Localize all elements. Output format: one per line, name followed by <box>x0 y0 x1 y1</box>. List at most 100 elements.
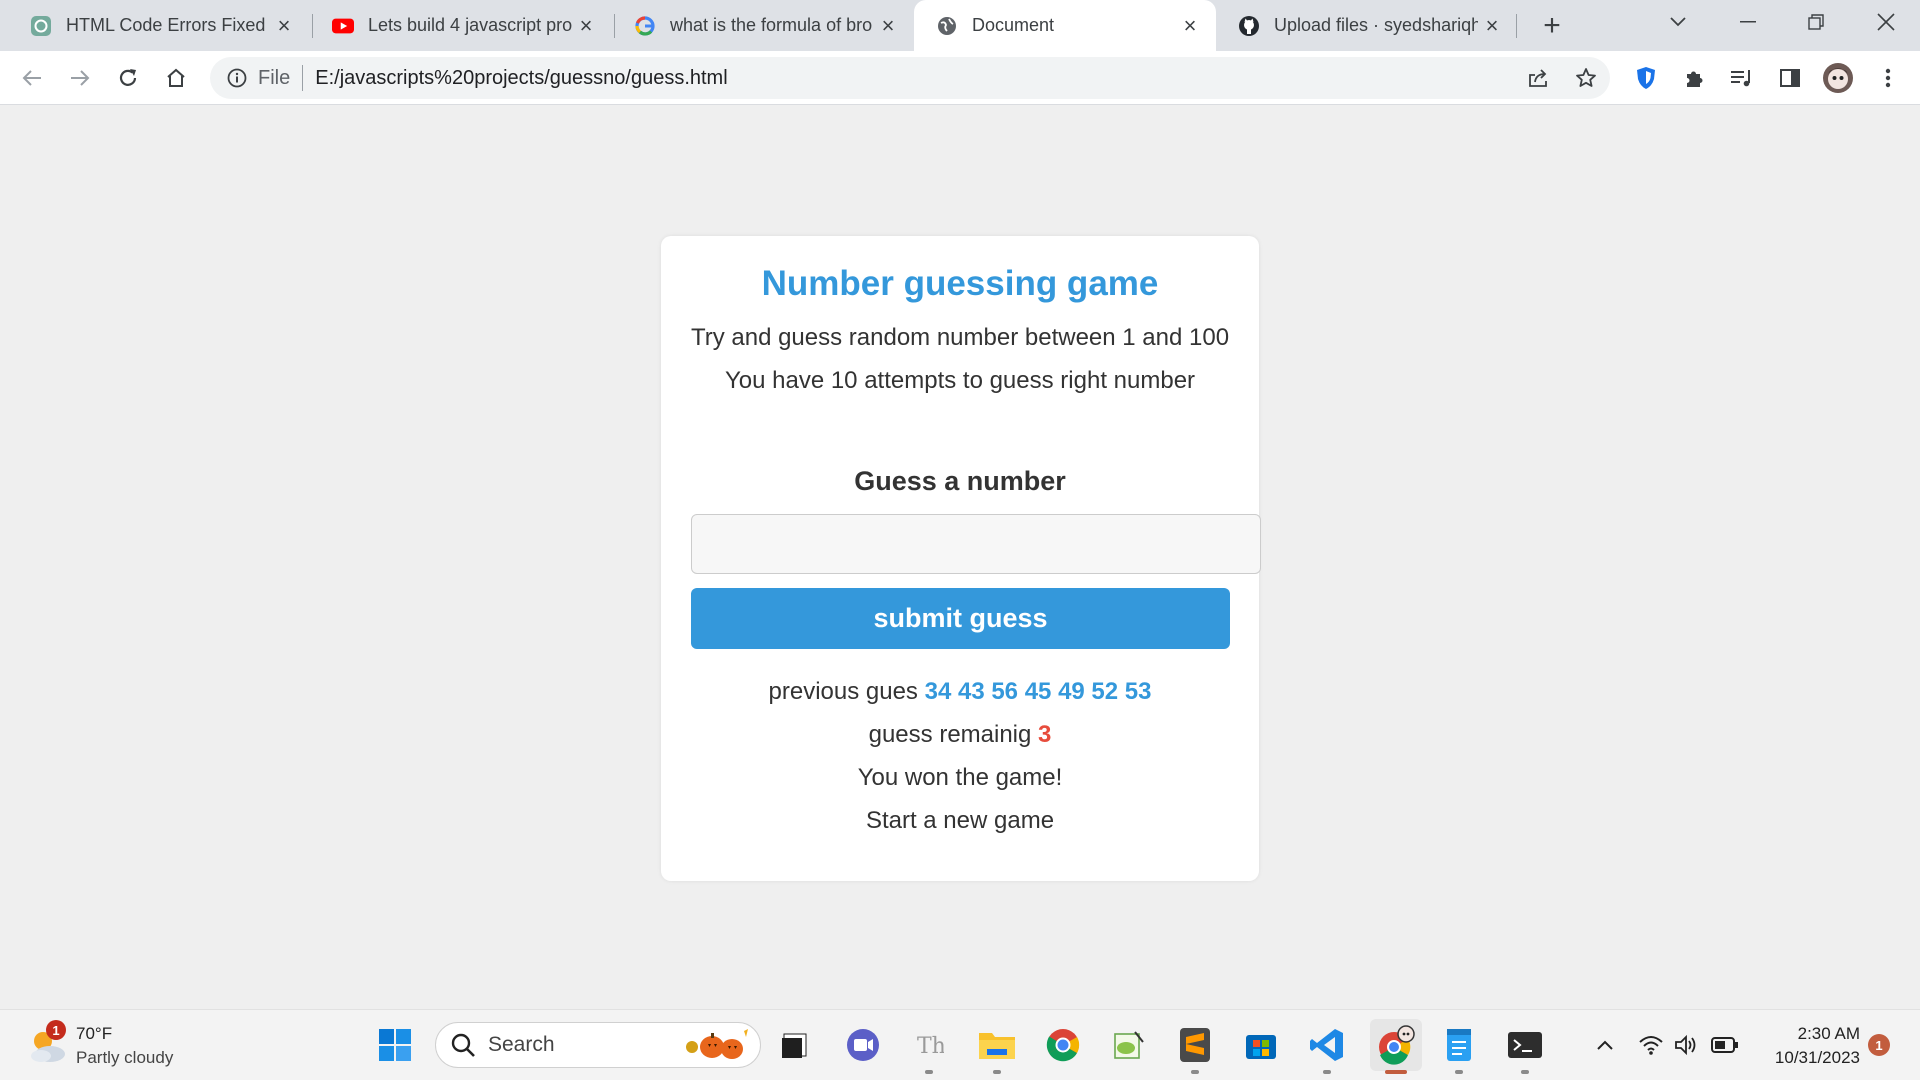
minimize-button[interactable] <box>1714 0 1782 44</box>
tab-document[interactable]: Document × <box>914 0 1216 51</box>
clock-time: 2:30 AM <box>1797 1024 1860 1043</box>
shield-extension-icon[interactable] <box>1630 62 1662 94</box>
forward-button[interactable] <box>62 60 98 96</box>
restore-button[interactable] <box>1782 0 1850 44</box>
browser-toolbar: File E:/javascripts%20projects/guessno/g… <box>0 51 1920 105</box>
weather-condition: Partly cloudy <box>76 1048 174 1067</box>
teams-icon[interactable] <box>840 1022 886 1068</box>
back-button[interactable] <box>14 60 50 96</box>
chrome-profile-icon[interactable] <box>1370 1019 1422 1074</box>
previous-guesses-values: 34 43 56 45 49 52 53 <box>924 678 1152 705</box>
chatgpt-icon <box>30 15 52 37</box>
tab-google-search[interactable]: what is the formula of bro × <box>612 0 914 51</box>
home-button[interactable] <box>158 60 194 96</box>
bookmark-star-icon[interactable] <box>1570 62 1602 94</box>
pumpkin-icon <box>686 1029 748 1059</box>
home-icon <box>167 68 185 87</box>
forward-arrow-icon <box>71 70 90 86</box>
weather-widget[interactable]: 1 70°F Partly cloudy <box>24 1020 194 1072</box>
store-icon[interactable] <box>1238 1022 1284 1068</box>
clock-date: 10/31/2023 <box>1774 1048 1860 1067</box>
battery-icon[interactable] <box>1710 1030 1740 1060</box>
search-placeholder: Search <box>488 1033 555 1056</box>
notepad-plus-icon[interactable] <box>1106 1022 1152 1068</box>
tab-title: Upload files · syedshariqh <box>1274 15 1478 35</box>
address-bar[interactable]: File E:/javascripts%20projects/guessno/g… <box>210 57 1610 99</box>
previous-guesses: previous gues 34 43 56 45 49 52 53 <box>661 678 1259 706</box>
intro-line-range: Try and guess random number between 1 an… <box>690 324 1230 351</box>
game-card: Number guessing game Try and guess rando… <box>661 236 1261 881</box>
running-indicator <box>1191 1070 1199 1074</box>
folder-icon[interactable] <box>974 1022 1020 1074</box>
tab-title: HTML Code Errors Fixed <box>66 15 266 35</box>
info-icon[interactable] <box>226 67 248 89</box>
close-tab-icon[interactable]: × <box>572 12 600 40</box>
weather-temp: 70°F <box>76 1024 113 1043</box>
scheme-label: File <box>258 66 291 89</box>
google-icon <box>634 15 656 37</box>
new-tab-button[interactable]: + <box>1534 8 1570 44</box>
close-tab-icon[interactable]: × <box>1176 12 1204 40</box>
guesses-remaining: guess remainig 3 <box>661 721 1259 749</box>
tab-youtube[interactable]: Lets build 4 javascript pro × <box>310 0 612 51</box>
taskbar-clock[interactable]: 2:30 AM 10/31/2023 <box>1740 1022 1860 1070</box>
guesses-remaining-label: guess remainig <box>868 721 1032 748</box>
start-new-game-link[interactable]: Start a new game <box>661 807 1259 835</box>
guess-label: Guess a number <box>854 466 1066 496</box>
running-indicator <box>1323 1070 1331 1074</box>
profile-avatar[interactable] <box>1822 62 1854 94</box>
svg-text:Th: Th <box>917 1034 944 1059</box>
notification-badge[interactable]: 1 <box>1868 1034 1890 1056</box>
close-window-button[interactable] <box>1852 0 1920 44</box>
share-icon[interactable] <box>1522 62 1554 94</box>
active-indicator <box>1385 1070 1407 1074</box>
extensions-puzzle-icon[interactable] <box>1678 62 1710 94</box>
sublime-icon[interactable] <box>1172 1022 1218 1074</box>
intro-line-attempts: You have 10 attempts to guess right numb… <box>724 367 1196 394</box>
taskbar: 1 70°F Partly cloudy Search Th 2:30 AM 1… <box>0 1009 1920 1080</box>
close-tab-icon[interactable]: × <box>270 12 298 40</box>
guess-input[interactable] <box>691 514 1261 574</box>
tab-github-upload[interactable]: Upload files · syedshariqh × <box>1216 0 1518 51</box>
volume-icon[interactable] <box>1672 1030 1702 1060</box>
guesses-remaining-value: 3 <box>1038 721 1052 748</box>
vscode-icon[interactable] <box>1304 1022 1350 1074</box>
reload-icon <box>119 69 137 86</box>
running-indicator <box>1521 1070 1529 1074</box>
search-icon <box>451 1033 475 1057</box>
wifi-icon[interactable] <box>1636 1030 1666 1060</box>
page-title: Number guessing game <box>761 264 1159 303</box>
scheme-divider <box>302 65 304 91</box>
notepad-icon[interactable] <box>1436 1022 1482 1074</box>
youtube-icon <box>332 15 354 37</box>
running-indicator <box>993 1070 1001 1074</box>
start-icon[interactable] <box>372 1022 418 1068</box>
file-explorer-icon[interactable] <box>772 1022 818 1068</box>
chrome-icon[interactable] <box>1040 1022 1086 1068</box>
typora-icon[interactable]: Th <box>906 1022 952 1074</box>
close-tab-icon[interactable]: × <box>1478 12 1506 40</box>
back-arrow-icon <box>22 70 41 86</box>
tab-title: Document <box>972 15 1055 35</box>
chrome-menu-icon[interactable] <box>1872 62 1904 94</box>
taskbar-search[interactable]: Search <box>435 1022 761 1068</box>
tab-strip: HTML Code Errors Fixed × Lets build 4 ja… <box>0 0 1920 51</box>
running-indicator <box>925 1070 933 1074</box>
tab-chatgpt[interactable]: HTML Code Errors Fixed × <box>8 0 310 51</box>
weather-badge: 1 <box>46 1020 66 1040</box>
tab-search-button[interactable] <box>1644 0 1712 44</box>
github-icon <box>1238 15 1260 37</box>
reload-button[interactable] <box>110 60 146 96</box>
globe-icon <box>936 15 958 37</box>
side-panel-icon[interactable] <box>1774 62 1806 94</box>
url-text[interactable]: E:/javascripts%20projects/guessno/guess.… <box>315 67 727 90</box>
tab-title: Lets build 4 javascript pro <box>368 15 572 35</box>
chevron-up-icon[interactable] <box>1590 1030 1620 1060</box>
close-tab-icon[interactable]: × <box>874 12 902 40</box>
tab-separator <box>1516 14 1517 38</box>
media-control-icon[interactable] <box>1726 62 1758 94</box>
terminal-icon[interactable] <box>1502 1022 1548 1074</box>
submit-guess-button[interactable]: submit guess <box>691 588 1230 649</box>
previous-guesses-label: previous gues <box>768 678 918 705</box>
result-message: You won the game! <box>857 764 1063 791</box>
